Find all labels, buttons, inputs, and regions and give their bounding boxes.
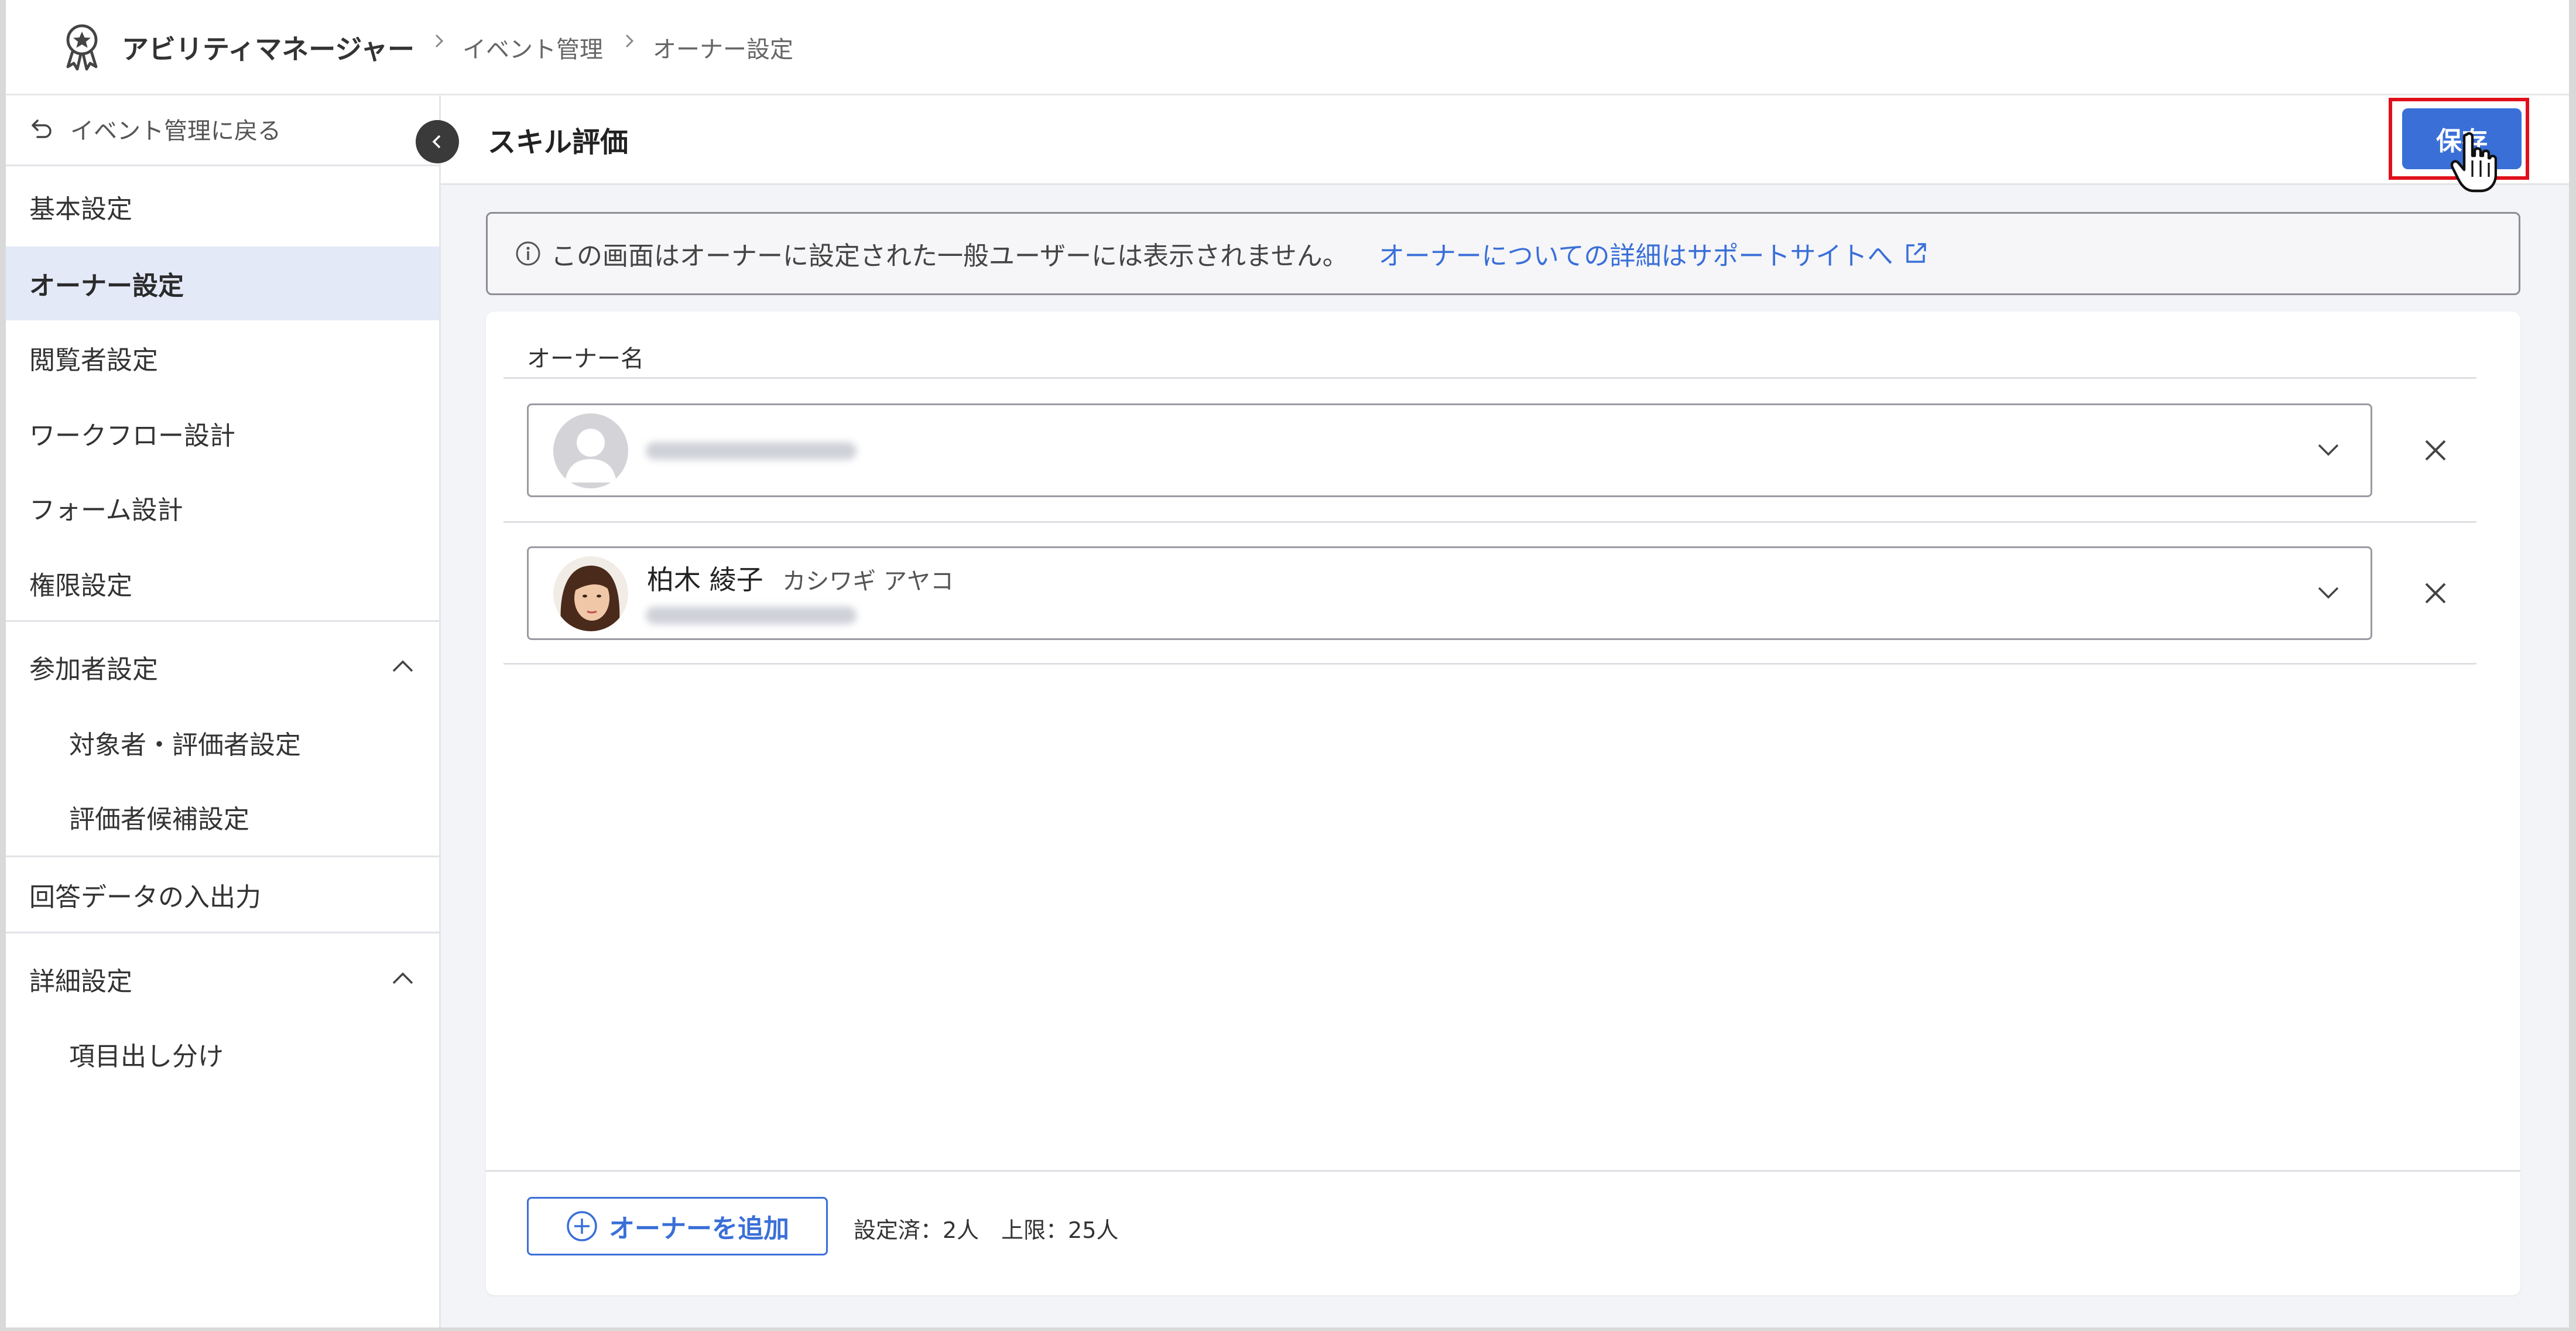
owner-card: オーナー名 柏木 綾子 カシワギ アヤコ オーナーを追加 設定済：2人 上限：2… — [486, 312, 2520, 1295]
sidebar-item-answer-data-io[interactable]: 回答データの入出力 — [6, 858, 439, 932]
plus-circle-icon — [567, 1211, 597, 1241]
sidebar: イベント管理に戻る 基本設定 オーナー設定 閲覧者設定 ワークフロー設計 フォー… — [6, 95, 441, 1327]
sidebar-item-viewer-settings[interactable]: 閲覧者設定 — [6, 321, 439, 395]
sidebar-collapse-button[interactable] — [416, 120, 459, 163]
sidebar-item-basic-settings[interactable]: 基本設定 — [6, 170, 439, 244]
sidebar-item-label: 回答データの入出力 — [29, 882, 261, 912]
chevron-up-icon — [392, 660, 413, 672]
divider — [6, 856, 439, 857]
window-frame-right — [2569, 0, 2576, 1331]
top-bar: アビリティマネージャー イベント管理 オーナー設定 — [6, 0, 2569, 95]
sidebar-item-label: 権限設定 — [29, 571, 132, 601]
owner-kana: カシワギ アヤコ — [782, 568, 954, 595]
sidebar-item-workflow-design[interactable]: ワークフロー設計 — [6, 396, 439, 470]
add-owner-button[interactable]: オーナーを追加 — [527, 1197, 828, 1255]
chevron-left-icon — [432, 135, 441, 149]
sidebar-item-form-design[interactable]: フォーム設計 — [6, 471, 439, 545]
sidebar-item-label: 閲覧者設定 — [29, 345, 158, 375]
sidebar-item-label: 項目出し分け — [69, 1042, 224, 1072]
breadcrumb-owner-settings: オーナー設定 — [653, 36, 793, 63]
sidebar-item-owner-settings[interactable]: オーナー設定 — [6, 247, 439, 320]
back-to-event-management-link[interactable]: イベント管理に戻る — [29, 114, 281, 145]
chevron-down-icon — [2318, 444, 2339, 456]
sidebar-item-label: 基本設定 — [29, 194, 132, 224]
owner-email-blurred — [646, 607, 857, 624]
breadcrumb-event-management[interactable]: イベント管理 — [463, 30, 603, 64]
owner-count-text: 設定済：2人 上限：25人 — [854, 1217, 1119, 1243]
sidebar-item-label: フォーム設計 — [29, 495, 183, 525]
divider — [6, 932, 439, 933]
app-title: アビリティマネージャー — [122, 33, 415, 65]
window-frame-left — [0, 0, 6, 1331]
divider — [503, 377, 2476, 379]
window-frame-bottom — [0, 1327, 2576, 1331]
owner-email-blurred — [646, 442, 857, 460]
divider — [6, 620, 439, 622]
divider — [503, 663, 2476, 665]
owner-select[interactable] — [527, 403, 2372, 497]
undo-icon — [32, 119, 52, 138]
divider — [6, 165, 439, 166]
main-header: スキル評価 — [441, 95, 2569, 185]
owner-name-text: 柏木 綾子 — [647, 564, 763, 596]
award-icon — [66, 24, 98, 71]
sidebar-item-field-branching[interactable]: 項目出し分け — [6, 1017, 439, 1091]
external-link-icon — [1906, 243, 1926, 263]
chevron-up-icon — [392, 972, 413, 984]
info-text: この画面はオーナーに設定された一般ユーザーには表示されません。 — [551, 241, 1348, 271]
sidebar-item-permission-settings[interactable]: 権限設定 — [6, 546, 439, 620]
close-icon[interactable] — [2421, 436, 2450, 464]
info-banner: この画面はオーナーに設定された一般ユーザーには表示されません。 オーナーについて… — [486, 212, 2520, 295]
back-link-label: イベント管理に戻る — [70, 118, 281, 145]
owner-select[interactable]: 柏木 綾子 カシワギ アヤコ — [527, 546, 2372, 640]
sidebar-item-label: 評価者候補設定 — [69, 805, 249, 834]
chevron-right-icon — [625, 34, 634, 48]
sidebar-item-label: ワークフロー設計 — [29, 421, 235, 451]
add-owner-label: オーナーを追加 — [609, 1214, 789, 1244]
sidebar-item-label: オーナー設定 — [29, 271, 184, 301]
sidebar-item-evaluator-candidate-settings[interactable]: 評価者候補設定 — [6, 780, 439, 854]
chevron-down-icon — [2318, 587, 2339, 599]
sidebar-item-target-evaluator-settings[interactable]: 対象者・評価者設定 — [6, 706, 439, 779]
sidebar-item-advanced-settings[interactable]: 詳細設定 — [6, 942, 439, 1016]
avatar — [553, 413, 628, 488]
owner-name-column-label: オーナー名 — [527, 345, 644, 372]
owner-name: 柏木 綾子 カシワギ アヤコ — [647, 559, 954, 597]
hand-cursor-icon — [2450, 132, 2497, 193]
sidebar-item-participant-settings[interactable]: 参加者設定 — [6, 630, 439, 704]
sidebar-item-label: 詳細設定 — [29, 967, 132, 997]
divider — [486, 1170, 2520, 1172]
info-icon — [516, 241, 540, 266]
support-site-link[interactable]: オーナーについての詳細はサポートサイトへ — [1379, 235, 1928, 272]
page-title: スキル評価 — [488, 126, 629, 159]
sidebar-item-label: 対象者・評価者設定 — [69, 730, 301, 760]
support-site-link-label: オーナーについての詳細はサポートサイトへ — [1378, 241, 1893, 271]
sidebar-item-label: 参加者設定 — [29, 655, 158, 685]
divider — [503, 521, 2476, 523]
avatar — [553, 556, 628, 631]
chevron-right-icon — [435, 34, 444, 48]
close-icon[interactable] — [2421, 579, 2450, 607]
